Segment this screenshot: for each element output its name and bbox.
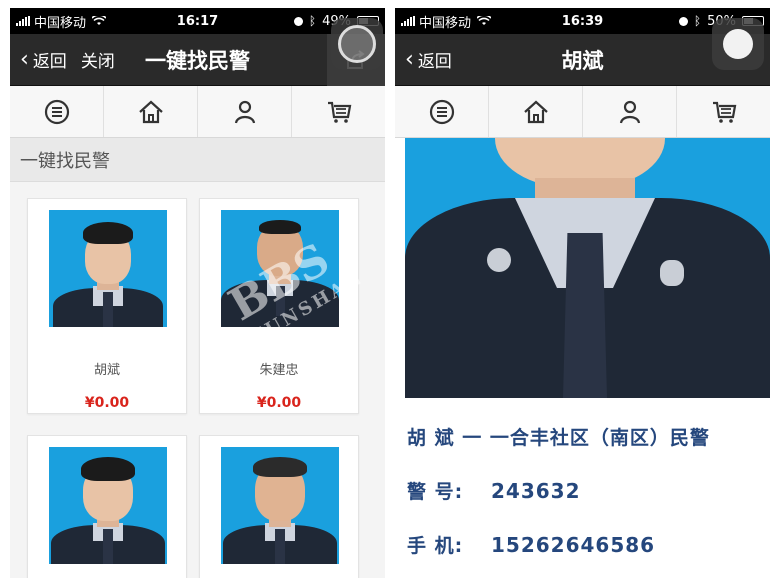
nav-bar: ‹ 返回 胡斌 xyxy=(395,18,770,86)
signal-icon xyxy=(401,16,415,26)
officer-portrait xyxy=(405,138,770,398)
signal-icon xyxy=(16,16,30,26)
close-button[interactable]: 关闭 xyxy=(81,47,115,72)
back-button[interactable]: ‹ 返回 xyxy=(20,47,67,72)
person-icon xyxy=(619,100,640,123)
carrier-label: 中国移动 xyxy=(419,15,472,31)
officer-card[interactable] xyxy=(199,435,359,578)
officer-name: 胡斌 xyxy=(93,363,120,378)
bluetooth-icon: ᛒ xyxy=(308,14,317,28)
cart-button[interactable] xyxy=(292,86,385,137)
phone-label: 手 机: xyxy=(407,535,464,557)
menu-button[interactable] xyxy=(10,86,104,137)
back-label: 返回 xyxy=(32,52,67,72)
person-icon xyxy=(234,100,255,123)
officer-photo xyxy=(49,447,167,564)
officer-heading: 胡 斌 一 一合丰社区（南区）民警 xyxy=(407,427,710,449)
rotation-lock-icon xyxy=(678,16,688,26)
menu-button[interactable] xyxy=(395,86,489,137)
home-icon xyxy=(138,100,163,123)
badge-number-label: 警 号: xyxy=(407,481,464,503)
nav-bar: ‹ 返回 关闭 一键找民警 xyxy=(10,18,385,86)
menu-icon xyxy=(429,99,454,124)
officer-card[interactable] xyxy=(27,435,187,578)
officer-photo xyxy=(221,447,339,564)
list-screen: 中国移动 16:17 ᛒ 49% ‹ 返回 关闭 一键找民警 xyxy=(10,8,385,578)
assistive-touch-button[interactable] xyxy=(331,18,383,70)
rotation-lock-icon xyxy=(293,16,303,26)
home-button[interactable] xyxy=(489,86,583,137)
cart-icon xyxy=(327,101,351,123)
profile-button[interactable] xyxy=(583,86,677,137)
status-bar: 中国移动 16:17 ᛒ 49% xyxy=(10,8,385,34)
bluetooth-icon: ᛒ xyxy=(693,14,702,28)
back-button[interactable]: ‹ 返回 xyxy=(405,47,452,72)
back-label: 返回 xyxy=(417,52,452,72)
section-title: 一键找民警 xyxy=(10,138,385,182)
menu-icon xyxy=(44,99,69,124)
officer-card[interactable]: 朱建忠 ¥0.00 xyxy=(199,198,359,414)
officer-card[interactable]: 胡斌 ¥0.00 xyxy=(27,198,187,414)
badge-number-value: 243632 xyxy=(491,479,581,503)
cart-icon xyxy=(712,101,736,123)
toolbar xyxy=(10,86,385,138)
officer-price: ¥0.00 xyxy=(84,395,130,411)
chevron-left-icon: ‹ xyxy=(20,46,29,72)
detail-screen: 中国移动 16:39 ᛒ 50% ‹ 返回 胡斌 xyxy=(395,8,770,578)
carrier-label: 中国移动 xyxy=(34,15,87,31)
badge-number-row: 警 号: 243632 xyxy=(407,477,757,504)
home-button[interactable] xyxy=(104,86,198,137)
cart-button[interactable] xyxy=(677,86,770,137)
assistive-touch-icon xyxy=(338,25,376,63)
home-icon xyxy=(523,100,548,123)
wifi-icon xyxy=(477,16,492,25)
toolbar xyxy=(395,86,770,138)
officer-detail: 胡 斌 一 一合丰社区（南区）民警 警 号: 243632 手 机: 1526264… xyxy=(407,423,757,578)
officer-name: 朱建忠 xyxy=(259,363,299,378)
officer-photo xyxy=(221,210,339,327)
wifi-icon xyxy=(92,16,107,25)
assistive-touch-button[interactable] xyxy=(712,18,764,70)
phone-row: 手 机: 15262646586 xyxy=(407,531,757,558)
profile-button[interactable] xyxy=(198,86,292,137)
officer-price: ¥0.00 xyxy=(256,395,302,411)
chevron-left-icon: ‹ xyxy=(405,46,414,72)
assistive-touch-icon xyxy=(723,29,753,59)
phone-value[interactable]: 15262646586 xyxy=(491,533,655,557)
officer-photo xyxy=(49,210,167,327)
